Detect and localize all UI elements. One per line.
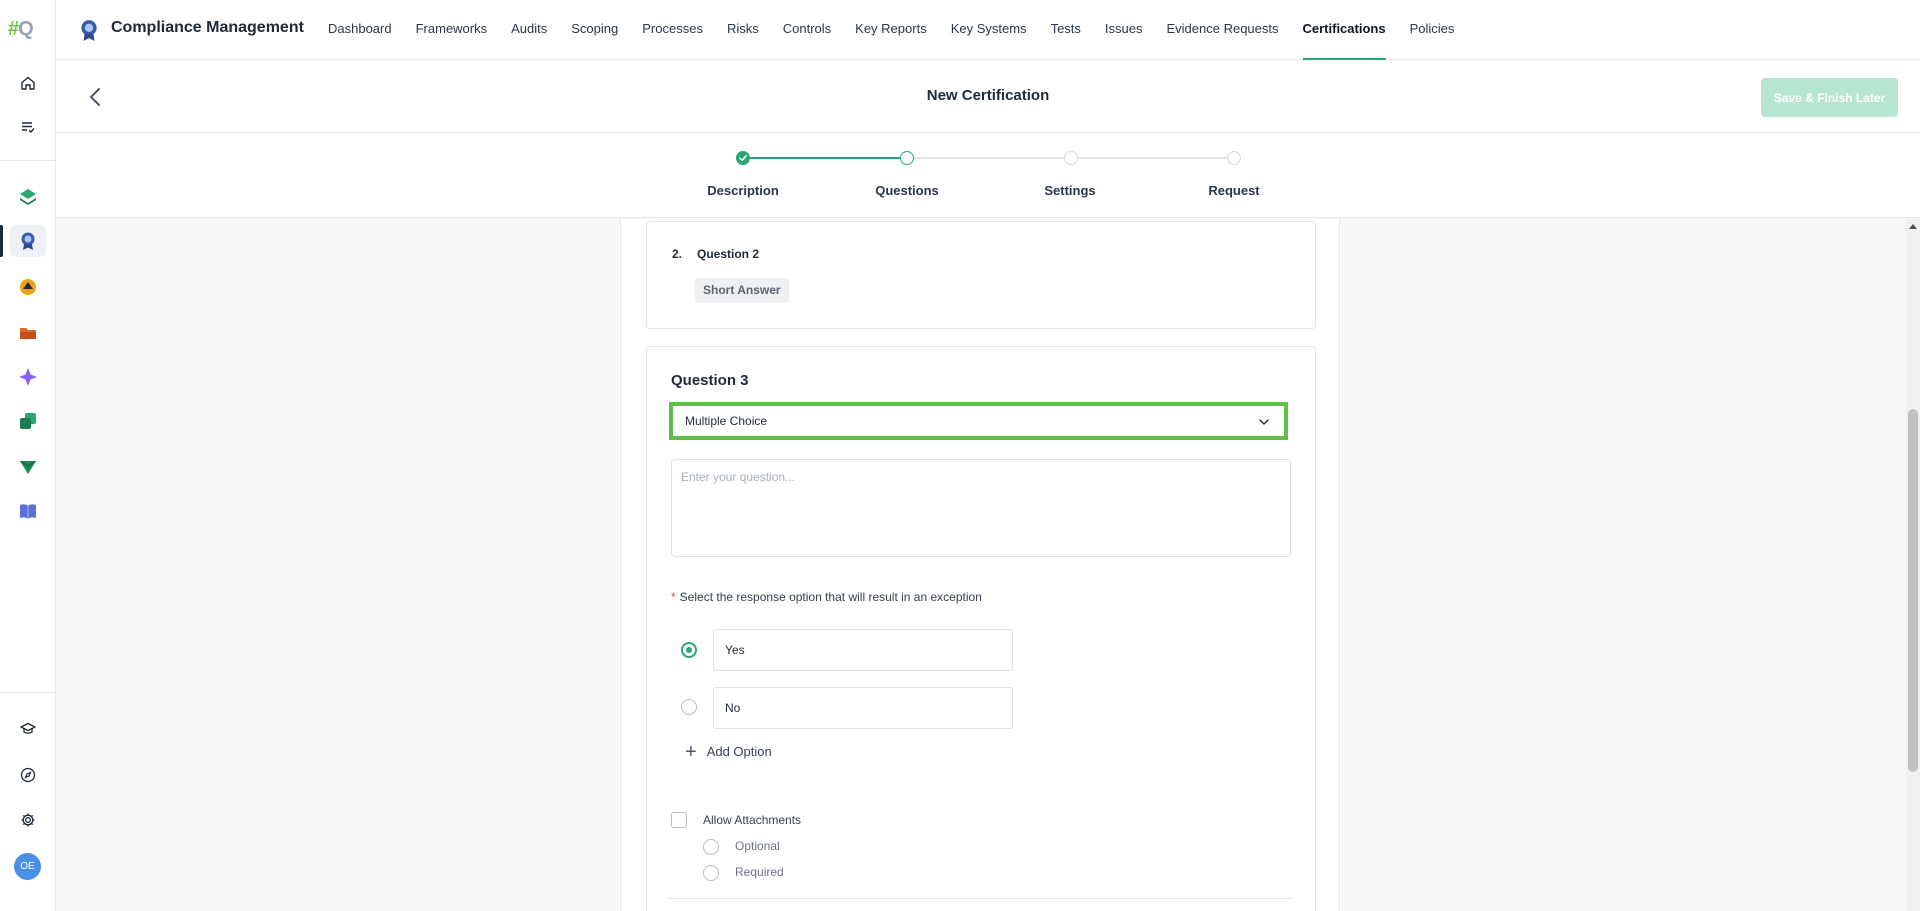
logo-hash: # <box>8 18 19 40</box>
rail-divider <box>0 160 55 161</box>
chevron-down-icon <box>1258 416 1270 431</box>
rail-divider <box>0 692 55 693</box>
step-request[interactable]: Request <box>1208 183 1259 198</box>
send-app-icon[interactable] <box>10 451 46 483</box>
nav-risks[interactable]: Risks <box>727 0 759 60</box>
allow-attachments-checkbox[interactable] <box>671 812 687 828</box>
question-number: 2. <box>672 247 683 261</box>
task-list-icon[interactable] <box>10 111 46 143</box>
question-text: Question 2 <box>697 247 760 261</box>
question-text-input[interactable] <box>671 459 1291 557</box>
option-yes-radio[interactable] <box>681 642 697 658</box>
attachment-required-radio[interactable] <box>703 865 719 881</box>
nav-frameworks[interactable]: Frameworks <box>416 0 488 60</box>
left-rail: #Q OE <box>0 0 56 911</box>
app-title: Compliance Management <box>111 19 304 36</box>
attachment-optional-radio[interactable] <box>703 839 719 855</box>
nav-audits[interactable]: Audits <box>511 0 547 60</box>
top-nav: Compliance Management Dashboard Framewor… <box>56 0 1920 60</box>
book-app-icon[interactable] <box>10 495 46 527</box>
plus-icon: + <box>685 740 697 763</box>
step-check-icon <box>736 151 750 165</box>
layers-app-icon[interactable] <box>10 181 46 213</box>
question-2-card[interactable]: 2. Question 2 Short Answer <box>646 221 1316 329</box>
section-divider <box>669 898 1291 899</box>
nav-key-reports[interactable]: Key Reports <box>855 0 927 60</box>
question-3-card: Question 3 Multiple Choice *Select the r… <box>646 346 1316 911</box>
nav-certifications[interactable]: Certifications <box>1302 0 1386 60</box>
page-scrollbar[interactable] <box>1906 219 1920 911</box>
avatar-initials: OE <box>20 861 35 872</box>
nav-tests[interactable]: Tests <box>1051 0 1081 60</box>
save-finish-later-button[interactable]: Save & Finish Later <box>1761 78 1898 117</box>
progress-stepper: Description Questions Settings Request <box>56 134 1920 218</box>
nav-evidence-requests[interactable]: Evidence Requests <box>1166 0 1278 60</box>
scroll-up-arrow-icon[interactable] <box>1909 224 1917 229</box>
page-header: New Certification Save & Finish Later <box>56 61 1920 133</box>
app-logo[interactable]: #Q <box>8 18 50 42</box>
attachment-required-label: Required <box>735 865 784 879</box>
option-no-radio[interactable] <box>681 699 697 715</box>
add-option-button[interactable]: + Add Option <box>685 740 772 763</box>
step-settings[interactable]: Settings <box>1044 183 1095 198</box>
questions-panel: 2. Question 2 Short Answer Question 3 Mu… <box>620 219 1340 911</box>
user-avatar[interactable]: OE <box>14 853 41 880</box>
allow-attachments-label: Allow Attachments <box>703 813 802 827</box>
gear-icon[interactable] <box>10 804 46 836</box>
folder-app-icon[interactable] <box>10 317 46 349</box>
home-icon[interactable] <box>10 67 46 99</box>
sparkle-app-icon[interactable] <box>10 361 46 393</box>
add-option-label: Add Option <box>706 744 772 759</box>
nav-scoping[interactable]: Scoping <box>571 0 618 60</box>
option-yes-input[interactable] <box>713 629 1013 671</box>
compliance-app-icon <box>78 18 100 42</box>
question-type-value: Multiple Choice <box>685 414 768 428</box>
exception-option-label: * Select the response option that will re… <box>671 590 982 604</box>
required-marker: * <box>671 590 676 604</box>
nav-processes[interactable]: Processes <box>642 0 703 60</box>
main-nav: Dashboard Frameworks Audits Scoping Proc… <box>328 0 1478 60</box>
nav-dashboard[interactable]: Dashboard <box>328 0 392 60</box>
question-type-select[interactable]: Multiple Choice <box>669 402 1288 440</box>
attachment-optional-label: Optional <box>735 839 780 853</box>
question-type-badge: Short Answer <box>695 278 789 303</box>
step-description[interactable]: Description <box>707 183 779 198</box>
nav-key-systems[interactable]: Key Systems <box>951 0 1027 60</box>
copy-app-icon[interactable] <box>10 405 46 437</box>
nav-controls[interactable]: Controls <box>783 0 831 60</box>
step-dot-request <box>1227 151 1241 165</box>
question-3-title: Question 3 <box>671 372 749 389</box>
step-connector-complete <box>743 157 907 159</box>
option-no-input[interactable] <box>713 687 1013 729</box>
compass-icon[interactable] <box>10 759 46 791</box>
learning-cap-icon[interactable] <box>10 713 46 745</box>
nav-issues[interactable]: Issues <box>1105 0 1143 60</box>
exception-label-text: Select the response option that will res… <box>679 590 982 604</box>
risk-app-icon[interactable] <box>10 271 46 303</box>
certification-app-icon[interactable] <box>0 225 46 257</box>
nav-policies[interactable]: Policies <box>1410 0 1455 60</box>
page-title: New Certification <box>926 87 1050 104</box>
step-questions[interactable]: Questions <box>875 183 939 198</box>
step-dot-questions <box>900 151 914 165</box>
logo-q: Q <box>18 18 34 40</box>
scroll-thumb[interactable] <box>1908 409 1918 772</box>
step-dot-settings <box>1064 151 1078 165</box>
